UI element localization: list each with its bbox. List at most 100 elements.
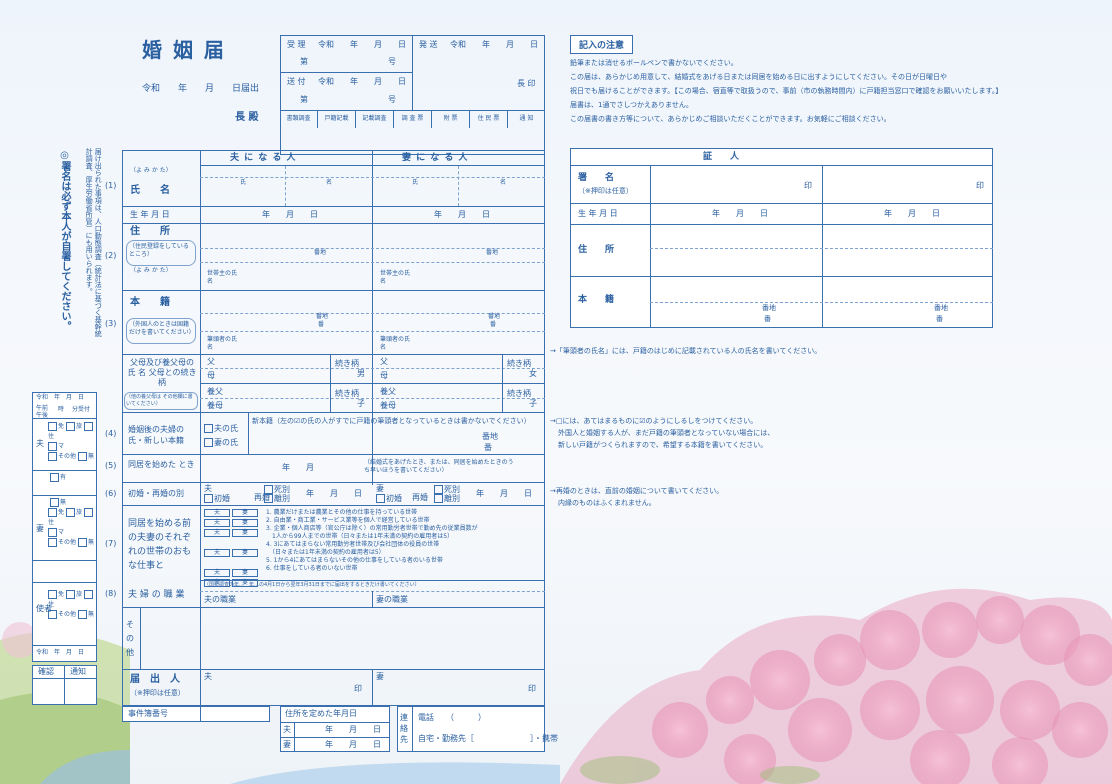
contact-phone[interactable]: 電話 （ ） bbox=[418, 714, 486, 722]
forward-date[interactable]: 令和 年 月 日 bbox=[318, 78, 406, 86]
other-field[interactable] bbox=[142, 608, 542, 668]
check-note-3: 新しい戸籍がつくられますので、希望する本籍を書いてください。 bbox=[558, 441, 768, 449]
review-columns: 書類調査 戸籍記載 記載調査 調 査 票 附 票 住 民 票 通 知 bbox=[280, 110, 545, 128]
side-wife-options[interactable]: 免 旅 住 マ その他 無 bbox=[48, 508, 96, 548]
husband-occupation[interactable]: 夫の職業 bbox=[204, 596, 236, 604]
wife-birthdate[interactable]: 年 月 日 bbox=[434, 211, 490, 219]
hittousha-note: →「筆頭者の氏名」には、戸籍のはじめに記載されている人の氏名を書いてください。 bbox=[550, 347, 822, 355]
side-husband-no[interactable]: 無 bbox=[50, 498, 66, 507]
wife-name-field[interactable] bbox=[373, 178, 543, 206]
husband-column-header: 夫 に な る 人 bbox=[230, 153, 297, 163]
wife-remarriage-date[interactable]: 年 月 日 bbox=[476, 490, 532, 498]
husband-relation-label: 続き柄 bbox=[335, 359, 359, 368]
row-number: (8) bbox=[105, 589, 117, 598]
review-col: 附 票 bbox=[432, 110, 470, 128]
work-husband-checkbox[interactable]: 夫 bbox=[204, 519, 230, 527]
work-wife-checkbox[interactable]: 妻 bbox=[232, 549, 258, 557]
cohabitation-date[interactable]: 年 月 bbox=[282, 464, 314, 472]
residence-husband-label: 夫 bbox=[283, 725, 291, 734]
witness-address-label: 住 所 bbox=[578, 245, 615, 255]
wife-applicant-seal[interactable]: 印 bbox=[528, 685, 536, 693]
form-title: 婚 姻 届 bbox=[142, 38, 226, 62]
review-col: 通 知 bbox=[519, 115, 534, 122]
husband-applicant-seal[interactable]: 印 bbox=[354, 685, 362, 693]
work-option: 2. 自由業・商工業・サービス業等を個人で経営している世帯 bbox=[266, 517, 430, 524]
witness1-birthdate[interactable]: 年 月 日 bbox=[712, 210, 768, 218]
work-wife-checkbox[interactable]: 妻 bbox=[232, 509, 258, 517]
row-number: (4) bbox=[105, 429, 117, 438]
residence-date-label: 住所を定めた年月日 bbox=[285, 709, 357, 718]
work-option: 1. 農業だけまたは農業とその他の仕事を持っている世帯 bbox=[266, 509, 418, 516]
husband-father-label: 父 bbox=[207, 357, 215, 366]
husband-honseki-ban: 番 bbox=[318, 321, 325, 328]
review-col: 住 民 票 bbox=[470, 110, 508, 128]
work-husband-checkbox[interactable]: 夫 bbox=[204, 509, 230, 517]
side-husband-yes[interactable]: 有 bbox=[50, 473, 66, 482]
applicant-note: （※押印は任意） bbox=[130, 689, 185, 697]
note-line: 届書は、1通でさしつかえありません。 bbox=[570, 101, 693, 109]
send-label: 発 送 bbox=[419, 40, 438, 49]
witness1-ban: 番 bbox=[764, 315, 771, 323]
honseki-note: （外国人のときは国籍だけを書いてください） bbox=[126, 318, 196, 344]
note-line: 祝日でも届けることができます。【この場合、宿直等で取扱うので、事前（市の執務時間… bbox=[570, 87, 1003, 95]
husband-residence-date[interactable]: 年 月 日 bbox=[325, 726, 381, 734]
witness2-birthdate[interactable]: 年 月 日 bbox=[884, 210, 940, 218]
side-witness-options[interactable]: 免 旅 住 その他 無 bbox=[48, 590, 96, 620]
husband-name-field[interactable] bbox=[201, 178, 371, 206]
work-wife-checkbox[interactable]: 妻 bbox=[232, 519, 258, 527]
husband-first-option[interactable]: 初婚 bbox=[204, 494, 230, 503]
send-date[interactable]: 令和 年 月 日 bbox=[450, 41, 538, 49]
witness-title: 証 人 bbox=[703, 152, 740, 162]
forward-number-label: 第 bbox=[300, 95, 308, 104]
work-checkboxes[interactable]: 夫妻 夫妻 夫妻 夫妻 夫妻 夫妻 bbox=[204, 509, 262, 587]
forward-number-suffix: 号 bbox=[388, 95, 396, 104]
wife-divorce-option[interactable]: 離別 bbox=[434, 494, 460, 503]
husband-birthdate[interactable]: 年 月 日 bbox=[262, 211, 318, 219]
address-label: 住 所 bbox=[130, 226, 170, 237]
work-wife-checkbox[interactable]: 妻 bbox=[232, 569, 258, 577]
notes-list: 鉛筆または消せるボールペンで書かないでください。 この届は、あらかじめ用意して、… bbox=[570, 56, 1002, 126]
witness2-seal[interactable]: 印 bbox=[976, 182, 984, 190]
new-honseki-label: 新本籍（左の☑の氏の人がすでに戸籍の筆頭者となっているときは書かないでください） bbox=[252, 417, 531, 425]
husband-surname-option[interactable]: 夫の氏 bbox=[204, 424, 238, 433]
husband-relation-value: 男 bbox=[357, 369, 365, 378]
row-number: (5) bbox=[105, 461, 117, 470]
review-col: 記載調査 bbox=[356, 110, 394, 128]
husband-death-option[interactable]: 死別 bbox=[264, 485, 290, 494]
submission-date[interactable]: 令和 年 月 日届出 bbox=[142, 85, 259, 94]
side-hour: 時 bbox=[58, 406, 65, 413]
mayor-seal: 長 印 bbox=[517, 79, 536, 88]
notes-heading: 記入の注意 bbox=[570, 35, 634, 54]
receipt-date[interactable]: 令和 年 月 日 bbox=[318, 41, 406, 49]
wife-father-label: 父 bbox=[380, 357, 388, 366]
new-honseki-ban: 番 bbox=[484, 443, 492, 452]
remarriage-note-2: 内縁のものはふくまれません。 bbox=[558, 499, 656, 507]
side-husband-options[interactable]: 免 旅 住 マ その他 無 bbox=[48, 422, 96, 462]
contact-work-phone[interactable]: 自宅・勤務先［ ］・携帯 bbox=[418, 735, 558, 743]
wife-occupation[interactable]: 妻の職業 bbox=[376, 596, 408, 604]
work-husband-checkbox[interactable]: 夫 bbox=[204, 569, 230, 577]
husband-adopt-father-label: 養父 bbox=[207, 387, 223, 396]
wife-relation-label: 続き柄 bbox=[507, 359, 531, 368]
wife-first-option[interactable]: 初婚 bbox=[376, 494, 402, 503]
side-minute: 分受付 bbox=[72, 406, 91, 413]
witness1-seal[interactable]: 印 bbox=[804, 182, 812, 190]
wife-remarriage-label: 再婚 bbox=[412, 493, 428, 502]
witness-signature-label: 署 名 bbox=[578, 173, 615, 183]
husband-household-head-label: 世帯主の氏名 bbox=[207, 270, 238, 285]
case-number-field[interactable] bbox=[201, 707, 269, 721]
wife-surname-option[interactable]: 妻の氏 bbox=[204, 438, 238, 447]
occupation-label: 夫 婦 の 職 業 bbox=[128, 590, 185, 600]
wife-hittousha-label: 筆頭者の氏名 bbox=[380, 336, 411, 351]
forward-label: 送 付 bbox=[287, 77, 306, 86]
wife-residence-date[interactable]: 年 月 日 bbox=[325, 741, 381, 749]
husband-divorce-option[interactable]: 離別 bbox=[264, 494, 290, 503]
work-wife-checkbox[interactable]: 妻 bbox=[232, 529, 258, 537]
review-col: 調 査 票 bbox=[394, 110, 432, 128]
work-husband-checkbox[interactable]: 夫 bbox=[204, 549, 230, 557]
work-husband-checkbox[interactable]: 夫 bbox=[204, 529, 230, 537]
wife-death-option[interactable]: 死別 bbox=[434, 485, 460, 494]
address-note: （住民登録をしているところ） bbox=[126, 240, 196, 266]
husband-remarriage-date[interactable]: 年 月 日 bbox=[306, 490, 362, 498]
new-honseki-banchi: 番地 bbox=[482, 432, 498, 441]
